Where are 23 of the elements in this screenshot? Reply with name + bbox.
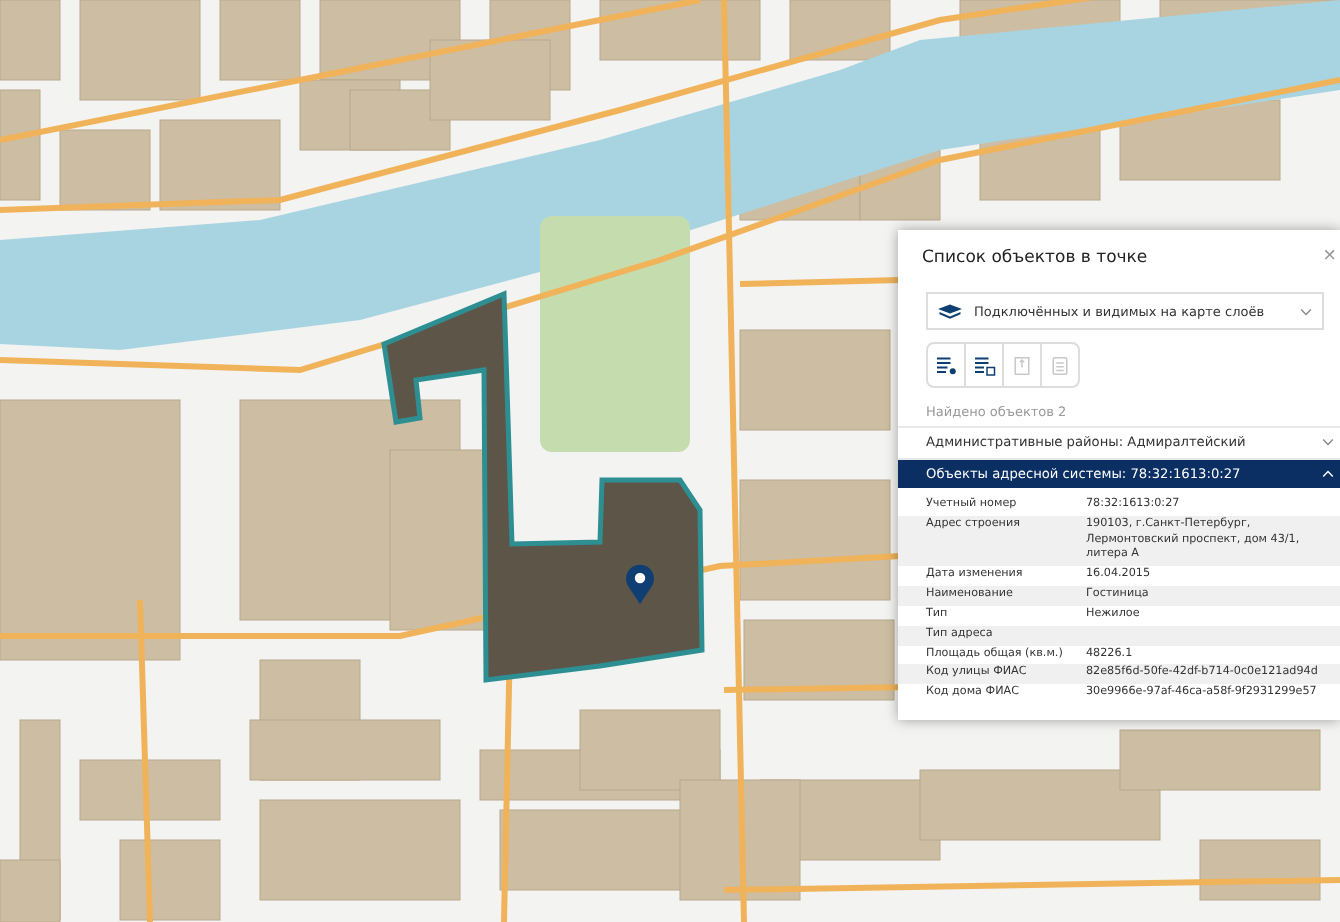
building xyxy=(349,89,451,151)
building xyxy=(159,119,281,211)
building xyxy=(59,129,151,211)
map-pin-icon[interactable] xyxy=(626,564,654,604)
chevron-down-icon xyxy=(1322,438,1334,446)
layers-icon xyxy=(938,303,962,319)
upload-icon xyxy=(1010,353,1034,377)
list-icon xyxy=(934,353,958,377)
building xyxy=(119,839,221,921)
selected-building[interactable] xyxy=(381,290,705,683)
list-icon xyxy=(972,353,996,377)
toolbar-button[interactable] xyxy=(926,342,966,388)
building xyxy=(79,0,201,101)
building xyxy=(0,89,41,201)
toolbar-button[interactable] xyxy=(964,342,1004,388)
building xyxy=(219,0,301,81)
chevron-down-icon xyxy=(1300,307,1312,315)
building xyxy=(79,759,221,821)
building xyxy=(1199,839,1321,901)
panel-title: Список объектов в точке xyxy=(922,247,1148,267)
building xyxy=(0,0,61,81)
document-icon xyxy=(1048,353,1072,377)
chevron-up-icon xyxy=(1322,470,1334,478)
